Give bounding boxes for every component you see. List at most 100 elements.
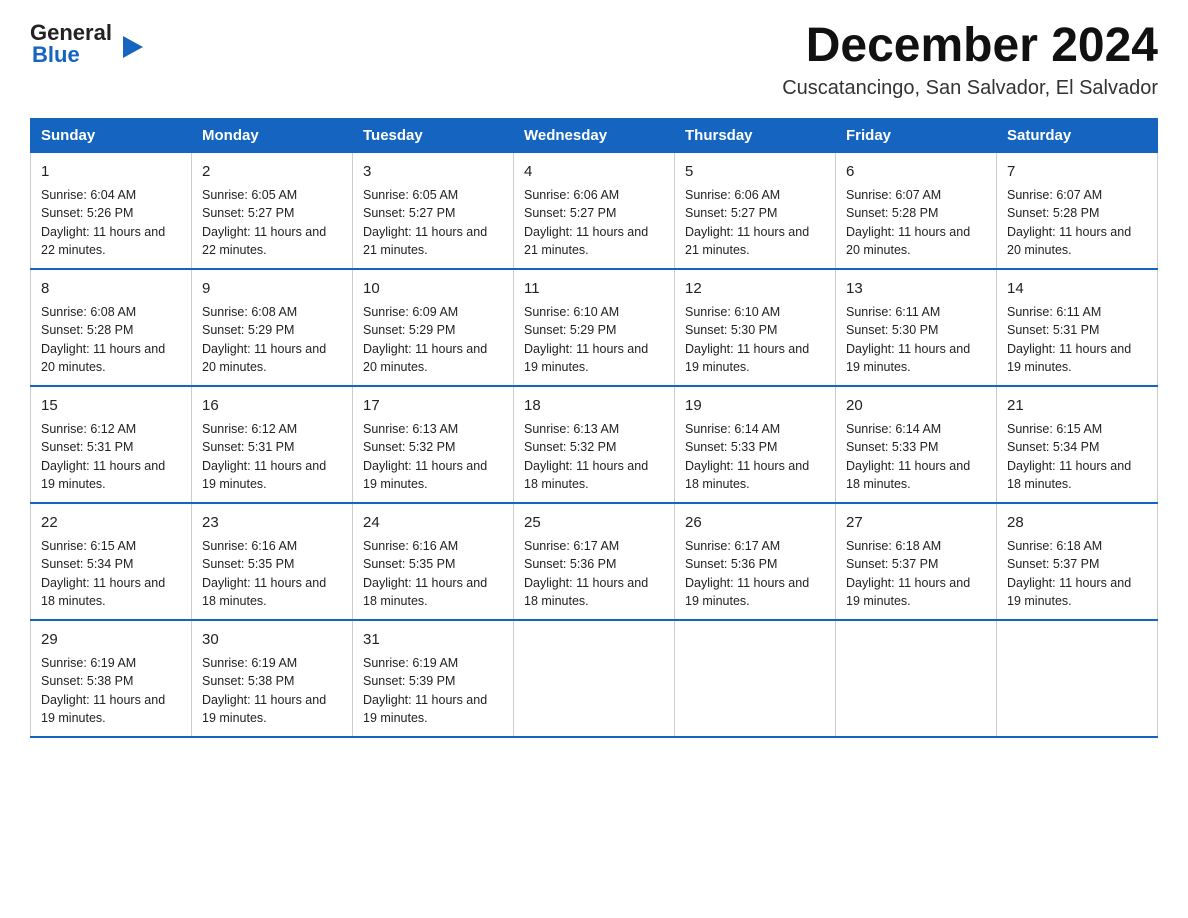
day-number: 4 — [524, 161, 664, 182]
calendar-table: SundayMondayTuesdayWednesdayThursdayFrid… — [30, 118, 1158, 738]
day-number: 9 — [202, 278, 342, 299]
logo: General Blue — [30, 20, 124, 68]
day-info: Sunrise: 6:14 AMSunset: 5:33 PMDaylight:… — [846, 422, 970, 492]
header: General Blue December 2024 Cuscatancingo… — [30, 20, 1158, 100]
day-info: Sunrise: 6:14 AMSunset: 5:33 PMDaylight:… — [685, 422, 809, 492]
day-number: 31 — [363, 629, 503, 650]
day-info: Sunrise: 6:16 AMSunset: 5:35 PMDaylight:… — [202, 539, 326, 609]
day-info: Sunrise: 6:11 AMSunset: 5:31 PMDaylight:… — [1007, 305, 1131, 375]
day-number: 2 — [202, 161, 342, 182]
day-number: 14 — [1007, 278, 1147, 299]
day-number: 19 — [685, 395, 825, 416]
week-row-5: 29 Sunrise: 6:19 AMSunset: 5:38 PMDayligh… — [31, 620, 1158, 737]
day-cell: 30 Sunrise: 6:19 AMSunset: 5:38 PMDayligh… — [192, 620, 353, 737]
day-number: 6 — [846, 161, 986, 182]
day-info: Sunrise: 6:08 AMSunset: 5:28 PMDaylight:… — [41, 305, 165, 375]
day-cell: 5 Sunrise: 6:06 AMSunset: 5:27 PMDaylight… — [675, 152, 836, 269]
day-info: Sunrise: 6:12 AMSunset: 5:31 PMDaylight:… — [41, 422, 165, 492]
day-info: Sunrise: 6:10 AMSunset: 5:30 PMDaylight:… — [685, 305, 809, 375]
week-row-1: 1 Sunrise: 6:04 AMSunset: 5:26 PMDaylight… — [31, 152, 1158, 269]
day-number: 12 — [685, 278, 825, 299]
day-cell: 25 Sunrise: 6:17 AMSunset: 5:36 PMDayligh… — [514, 503, 675, 620]
day-cell — [997, 620, 1158, 737]
day-cell: 29 Sunrise: 6:19 AMSunset: 5:38 PMDayligh… — [31, 620, 192, 737]
day-cell: 27 Sunrise: 6:18 AMSunset: 5:37 PMDayligh… — [836, 503, 997, 620]
col-header-sunday: Sunday — [31, 118, 192, 152]
day-info: Sunrise: 6:15 AMSunset: 5:34 PMDaylight:… — [1007, 422, 1131, 492]
day-cell — [675, 620, 836, 737]
day-number: 29 — [41, 629, 181, 650]
title-area: December 2024 Cuscatancingo, San Salvado… — [782, 20, 1158, 100]
day-info: Sunrise: 6:15 AMSunset: 5:34 PMDaylight:… — [41, 539, 165, 609]
day-cell: 18 Sunrise: 6:13 AMSunset: 5:32 PMDayligh… — [514, 386, 675, 503]
col-header-saturday: Saturday — [997, 118, 1158, 152]
day-cell: 12 Sunrise: 6:10 AMSunset: 5:30 PMDayligh… — [675, 269, 836, 386]
day-number: 5 — [685, 161, 825, 182]
day-info: Sunrise: 6:07 AMSunset: 5:28 PMDaylight:… — [1007, 188, 1131, 258]
day-cell: 28Sunrise: 6:18 AMSunset: 5:37 PMDayligh… — [997, 503, 1158, 620]
day-cell: 20 Sunrise: 6:14 AMSunset: 5:33 PMDayligh… — [836, 386, 997, 503]
day-info: Sunrise: 6:04 AMSunset: 5:26 PMDaylight:… — [41, 188, 165, 258]
week-row-3: 15 Sunrise: 6:12 AMSunset: 5:31 PMDayligh… — [31, 386, 1158, 503]
day-info: Sunrise: 6:16 AMSunset: 5:35 PMDaylight:… — [363, 539, 487, 609]
day-number: 23 — [202, 512, 342, 533]
day-number: 21 — [1007, 395, 1147, 416]
day-number: 26 — [685, 512, 825, 533]
day-number: 30 — [202, 629, 342, 650]
day-cell: 7 Sunrise: 6:07 AMSunset: 5:28 PMDaylight… — [997, 152, 1158, 269]
day-number: 7 — [1007, 161, 1147, 182]
day-info: Sunrise: 6:12 AMSunset: 5:31 PMDaylight:… — [202, 422, 326, 492]
day-number: 28 — [1007, 512, 1147, 533]
day-number: 3 — [363, 161, 503, 182]
col-header-wednesday: Wednesday — [514, 118, 675, 152]
day-info: Sunrise: 6:05 AMSunset: 5:27 PMDaylight:… — [202, 188, 326, 258]
day-cell: 10 Sunrise: 6:09 AMSunset: 5:29 PMDayligh… — [353, 269, 514, 386]
day-cell: 11Sunrise: 6:10 AMSunset: 5:29 PMDayligh… — [514, 269, 675, 386]
calendar-title: December 2024 — [782, 20, 1158, 73]
day-info: Sunrise: 6:09 AMSunset: 5:29 PMDaylight:… — [363, 305, 487, 375]
day-cell: 26 Sunrise: 6:17 AMSunset: 5:36 PMDayligh… — [675, 503, 836, 620]
week-row-2: 8 Sunrise: 6:08 AMSunset: 5:28 PMDaylight… — [31, 269, 1158, 386]
day-info: Sunrise: 6:06 AMSunset: 5:27 PMDaylight:… — [524, 188, 648, 258]
day-number: 18 — [524, 395, 664, 416]
calendar-subtitle: Cuscatancingo, San Salvador, El Salvador — [782, 77, 1158, 100]
day-cell: 2 Sunrise: 6:05 AMSunset: 5:27 PMDaylight… — [192, 152, 353, 269]
day-info: Sunrise: 6:19 AMSunset: 5:38 PMDaylight:… — [41, 656, 165, 726]
day-info: Sunrise: 6:19 AMSunset: 5:39 PMDaylight:… — [363, 656, 487, 726]
day-info: Sunrise: 6:11 AMSunset: 5:30 PMDaylight:… — [846, 305, 970, 375]
week-row-4: 22 Sunrise: 6:15 AMSunset: 5:34 PMDayligh… — [31, 503, 1158, 620]
day-number: 25 — [524, 512, 664, 533]
day-info: Sunrise: 6:07 AMSunset: 5:28 PMDaylight:… — [846, 188, 970, 258]
day-info: Sunrise: 6:13 AMSunset: 5:32 PMDaylight:… — [524, 422, 648, 492]
day-number: 15 — [41, 395, 181, 416]
day-info: Sunrise: 6:05 AMSunset: 5:27 PMDaylight:… — [363, 188, 487, 258]
logo-triangle-icon — [123, 36, 143, 58]
day-info: Sunrise: 6:13 AMSunset: 5:32 PMDaylight:… — [363, 422, 487, 492]
day-cell: 6 Sunrise: 6:07 AMSunset: 5:28 PMDaylight… — [836, 152, 997, 269]
day-cell — [836, 620, 997, 737]
day-info: Sunrise: 6:17 AMSunset: 5:36 PMDaylight:… — [685, 539, 809, 609]
day-info: Sunrise: 6:08 AMSunset: 5:29 PMDaylight:… — [202, 305, 326, 375]
day-number: 1 — [41, 161, 181, 182]
day-cell: 9 Sunrise: 6:08 AMSunset: 5:29 PMDaylight… — [192, 269, 353, 386]
day-number: 10 — [363, 278, 503, 299]
day-cell: 24 Sunrise: 6:16 AMSunset: 5:35 PMDayligh… — [353, 503, 514, 620]
day-info: Sunrise: 6:06 AMSunset: 5:27 PMDaylight:… — [685, 188, 809, 258]
day-number: 20 — [846, 395, 986, 416]
day-number: 13 — [846, 278, 986, 299]
day-info: Sunrise: 6:18 AMSunset: 5:37 PMDaylight:… — [846, 539, 970, 609]
day-cell: 22 Sunrise: 6:15 AMSunset: 5:34 PMDayligh… — [31, 503, 192, 620]
day-number: 16 — [202, 395, 342, 416]
day-number: 8 — [41, 278, 181, 299]
day-number: 24 — [363, 512, 503, 533]
day-cell: 21 Sunrise: 6:15 AMSunset: 5:34 PMDayligh… — [997, 386, 1158, 503]
day-number: 17 — [363, 395, 503, 416]
day-cell: 13 Sunrise: 6:11 AMSunset: 5:30 PMDayligh… — [836, 269, 997, 386]
day-number: 22 — [41, 512, 181, 533]
day-info: Sunrise: 6:19 AMSunset: 5:38 PMDaylight:… — [202, 656, 326, 726]
day-cell: 17 Sunrise: 6:13 AMSunset: 5:32 PMDayligh… — [353, 386, 514, 503]
day-number: 27 — [846, 512, 986, 533]
col-header-friday: Friday — [836, 118, 997, 152]
day-info: Sunrise: 6:17 AMSunset: 5:36 PMDaylight:… — [524, 539, 648, 609]
day-cell: 31 Sunrise: 6:19 AMSunset: 5:39 PMDayligh… — [353, 620, 514, 737]
